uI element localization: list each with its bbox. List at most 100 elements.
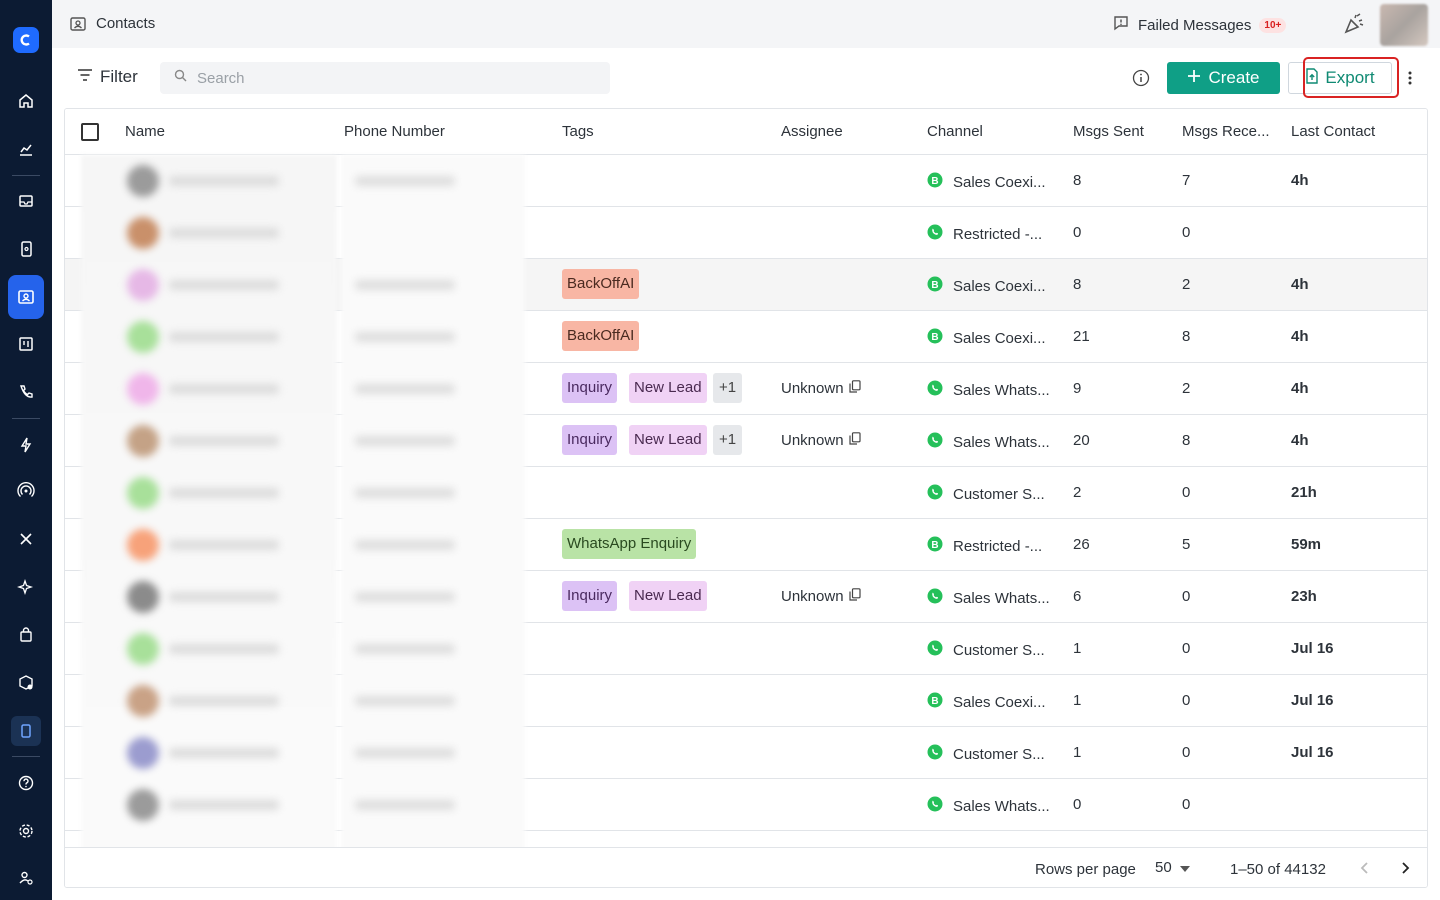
home-icon[interactable] xyxy=(8,83,44,119)
broadcast-icon[interactable] xyxy=(8,473,44,509)
blurred-name xyxy=(169,488,279,498)
tag-chip[interactable]: +1 xyxy=(713,373,743,403)
mobile-chat-icon[interactable] xyxy=(8,231,44,267)
assignee-cell[interactable]: Unknown xyxy=(781,588,861,605)
tag-chip[interactable]: New Lead xyxy=(629,373,707,403)
filter-button[interactable]: Filter xyxy=(77,67,138,87)
blurred-name xyxy=(169,176,279,186)
tag-chip[interactable]: BackOffAI xyxy=(562,269,640,299)
previous-page-icon[interactable] xyxy=(1357,860,1373,881)
search-icon xyxy=(174,69,187,87)
msgs-received: 2 xyxy=(1182,380,1191,397)
export-button[interactable]: Export xyxy=(1288,62,1392,94)
assignee-cell[interactable]: Unknown xyxy=(781,432,861,449)
tag-chip[interactable]: New Lead xyxy=(629,581,707,611)
more-options-icon[interactable] xyxy=(1408,70,1412,91)
plus-icon xyxy=(1187,68,1201,88)
board-icon[interactable] xyxy=(8,326,44,362)
assignee-name: Unknown xyxy=(781,380,844,397)
blurred-name xyxy=(169,332,279,342)
filter-icon xyxy=(77,67,93,87)
tag-chip[interactable]: Inquiry xyxy=(562,425,618,455)
blurred-name xyxy=(169,436,279,446)
create-label: Create xyxy=(1208,68,1260,87)
whatsapp-icon xyxy=(927,796,943,816)
header-tags[interactable]: Tags xyxy=(562,123,594,140)
channel-name: Sales Whats... xyxy=(953,433,1050,451)
tag-chip[interactable]: Inquiry xyxy=(562,373,618,403)
msgs-sent: 2 xyxy=(1073,484,1082,501)
copy-icon[interactable] xyxy=(848,432,861,449)
blurred-name xyxy=(169,228,279,238)
blurred-avatar xyxy=(127,477,159,509)
commerce-bag-icon[interactable] xyxy=(8,617,44,653)
tag-chip[interactable]: BackOffAI xyxy=(562,321,640,351)
tools-icon[interactable] xyxy=(8,521,44,557)
inbox-icon[interactable] xyxy=(8,183,44,219)
export-file-icon xyxy=(1305,67,1319,89)
assignee-name: Unknown xyxy=(781,588,844,605)
next-page-icon[interactable] xyxy=(1397,860,1413,881)
blurred-avatar xyxy=(127,165,159,197)
help-icon[interactable] xyxy=(8,765,44,801)
app-logo[interactable] xyxy=(13,27,39,53)
copy-icon[interactable] xyxy=(848,380,861,397)
device-icon[interactable] xyxy=(11,716,41,746)
search-input[interactable] xyxy=(197,69,597,87)
header-phone[interactable]: Phone Number xyxy=(344,123,445,140)
channel-name: Restricted -... xyxy=(953,537,1043,555)
rows-per-page-select[interactable]: 50 xyxy=(1155,859,1190,876)
whatsapp-business-icon: B xyxy=(927,692,943,712)
user-avatar[interactable] xyxy=(1380,4,1428,46)
contacts-icon xyxy=(69,15,87,38)
header-msgs-sent[interactable]: Msgs Sent xyxy=(1073,123,1144,140)
header-assignee[interactable]: Assignee xyxy=(781,123,843,140)
whatsapp-business-icon: B xyxy=(927,172,943,192)
info-icon[interactable] xyxy=(1132,69,1150,92)
msgs-received: 0 xyxy=(1182,640,1191,657)
msgs-received: 7 xyxy=(1182,172,1191,189)
channel-name: Sales Coexi... xyxy=(953,693,1046,711)
package-settings-icon[interactable] xyxy=(8,665,44,701)
blurred-avatar xyxy=(127,737,159,769)
analytics-icon[interactable] xyxy=(8,131,44,167)
msgs-received: 0 xyxy=(1182,796,1191,813)
blurred-phone xyxy=(355,696,455,706)
failed-messages-button[interactable]: Failed Messages 10+ xyxy=(1112,14,1287,36)
phone-icon[interactable] xyxy=(8,374,44,410)
last-contact: 59m xyxy=(1291,536,1322,553)
settings-gear-icon[interactable] xyxy=(8,813,44,849)
channel-name: Sales Whats... xyxy=(953,381,1050,399)
select-all-checkbox[interactable] xyxy=(81,123,99,141)
tag-chip[interactable]: Inquiry xyxy=(562,581,618,611)
tag-chip[interactable]: WhatsApp Enquiry xyxy=(562,529,697,559)
blurred-name xyxy=(169,800,279,810)
whats-new-party-icon[interactable] xyxy=(1342,12,1366,41)
header-last-contact[interactable]: Last Contact xyxy=(1291,123,1375,140)
user-settings-icon[interactable] xyxy=(8,860,44,896)
msgs-sent: 21 xyxy=(1073,328,1090,345)
channel-cell: Sales Whats... xyxy=(927,796,1050,816)
tag-chip[interactable]: +1 xyxy=(713,425,743,455)
channel-cell: Customer S... xyxy=(927,744,1045,764)
create-button[interactable]: Create xyxy=(1167,62,1280,94)
caret-down-icon xyxy=(1179,859,1190,876)
channel-cell: Customer S... xyxy=(927,484,1045,504)
contacts-nav-icon[interactable] xyxy=(8,275,44,319)
blurred-name-column xyxy=(81,155,337,887)
header-msgs-received[interactable]: Msgs Rece... xyxy=(1182,123,1270,140)
header-channel[interactable]: Channel xyxy=(927,123,983,140)
assignee-cell[interactable]: Unknown xyxy=(781,380,861,397)
ai-sparkle-icon[interactable] xyxy=(8,569,44,605)
tag-chip[interactable]: New Lead xyxy=(629,425,707,455)
blurred-avatar xyxy=(127,217,159,249)
blurred-name xyxy=(169,280,279,290)
blurred-avatar xyxy=(127,789,159,821)
alert-message-icon xyxy=(1112,14,1130,36)
copy-icon[interactable] xyxy=(848,588,861,605)
header-name[interactable]: Name xyxy=(125,123,165,140)
svg-text:B: B xyxy=(931,176,938,187)
last-contact: Jul 16 xyxy=(1291,640,1334,657)
automation-bolt-icon[interactable] xyxy=(8,427,44,463)
blurred-avatar xyxy=(127,581,159,613)
